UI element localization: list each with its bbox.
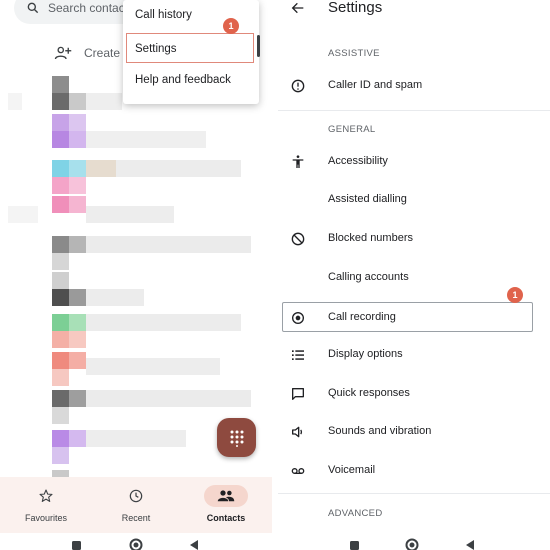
- create-contact-button[interactable]: Create: [54, 45, 120, 61]
- dialpad-button[interactable]: [217, 418, 256, 457]
- dialpad-icon: [230, 430, 243, 447]
- settings-item-assisted-dialling[interactable]: Assisted dialling: [278, 185, 550, 215]
- back-triangle-icon: [190, 540, 198, 550]
- divider: [278, 493, 550, 494]
- contact-row[interactable]: [0, 388, 272, 424]
- system-navigation-bar: [0, 533, 272, 550]
- settings-item-label: Quick responses: [328, 387, 410, 399]
- settings-item-accessibility[interactable]: Accessibility: [278, 147, 550, 177]
- settings-header: Settings: [278, 0, 550, 34]
- nav-favourites[interactable]: Favourites: [1, 485, 91, 523]
- search-placeholder: Search contact: [48, 1, 129, 15]
- contact-row[interactable]: [0, 194, 272, 228]
- settings-item-call-recording[interactable]: Call recording: [282, 302, 533, 332]
- contact-row[interactable]: [0, 270, 272, 306]
- contacts-screen: Search contact Create Call history Setti…: [0, 0, 272, 550]
- settings-item-label: Display options: [328, 348, 403, 360]
- settings-item-label: Voicemail: [328, 464, 376, 476]
- clock-icon: [129, 489, 143, 503]
- settings-item-label: Accessibility: [328, 155, 388, 167]
- system-nav-icons[interactable]: [0, 533, 272, 550]
- overflow-menu: Call history Settings Help and feedback: [123, 0, 259, 104]
- page-title: Settings: [328, 0, 383, 16]
- nav-contacts[interactable]: Contacts: [181, 485, 271, 523]
- settings-item-label: Call recording: [328, 311, 396, 323]
- chat-bubble-icon: [292, 388, 304, 400]
- recents-square-icon: [350, 541, 359, 550]
- recents-square-icon: [72, 541, 81, 550]
- add-person-icon: [54, 46, 72, 60]
- settings-item-voicemail[interactable]: Voicemail: [278, 456, 550, 486]
- settings-screen: Settings ASSISTIVE Caller ID and spam GE…: [278, 0, 550, 550]
- settings-item-display-options[interactable]: Display options: [278, 340, 550, 370]
- settings-item-quick-responses[interactable]: Quick responses: [278, 379, 550, 409]
- contact-row[interactable]: [0, 158, 272, 194]
- nav-recent-label: Recent: [121, 513, 151, 523]
- contact-row[interactable]: [0, 112, 272, 148]
- menu-item-settings[interactable]: Settings: [126, 33, 254, 63]
- people-icon: [217, 490, 235, 502]
- bottom-navigation: Favourites Recent Contacts: [0, 477, 272, 533]
- settings-item-caller-id[interactable]: Caller ID and spam: [278, 71, 550, 101]
- settings-item-label: Sounds and vibration: [328, 425, 432, 437]
- scrollbar[interactable]: [257, 35, 260, 57]
- settings-item-blocked-numbers[interactable]: Blocked numbers: [278, 224, 550, 254]
- settings-item-sounds-vibration[interactable]: Sounds and vibration: [278, 417, 550, 447]
- create-label: Create: [84, 46, 121, 60]
- star-icon: [39, 489, 53, 502]
- volume-icon: [292, 426, 303, 438]
- contacts-pill: [204, 485, 248, 507]
- section-general: GENERAL: [328, 124, 376, 135]
- nav-contacts-label: Contacts: [206, 513, 246, 523]
- divider: [278, 110, 550, 111]
- contact-row[interactable]: [0, 312, 272, 348]
- settings-item-label: Blocked numbers: [328, 232, 413, 244]
- step-badge: 1: [223, 18, 239, 34]
- accessibility-icon: [292, 155, 304, 168]
- settings-item-label: Calling accounts: [328, 271, 409, 283]
- nav-favourites-label: Favourites: [24, 513, 68, 523]
- search-icon: [27, 2, 39, 14]
- step-badge: 1: [507, 287, 523, 303]
- voicemail-icon: [291, 468, 305, 474]
- system-nav-icons[interactable]: [278, 533, 550, 550]
- back-arrow-icon[interactable]: [290, 0, 306, 16]
- contact-row[interactable]: [0, 350, 272, 386]
- settings-item-label: Assisted dialling: [328, 193, 407, 205]
- back-triangle-icon: [466, 540, 474, 550]
- section-assistive: ASSISTIVE: [328, 48, 380, 59]
- settings-item-label: Caller ID and spam: [328, 79, 423, 91]
- radio-record-icon: [292, 312, 304, 324]
- nav-recent[interactable]: Recent: [91, 485, 181, 523]
- contact-row[interactable]: [0, 234, 272, 270]
- menu-item-help-feedback[interactable]: Help and feedback: [123, 65, 259, 95]
- list-icon: [292, 350, 304, 360]
- system-navigation-bar: [278, 533, 550, 550]
- info-alert-icon: [291, 79, 305, 93]
- block-icon: [291, 232, 305, 246]
- section-advanced: ADVANCED: [328, 508, 383, 519]
